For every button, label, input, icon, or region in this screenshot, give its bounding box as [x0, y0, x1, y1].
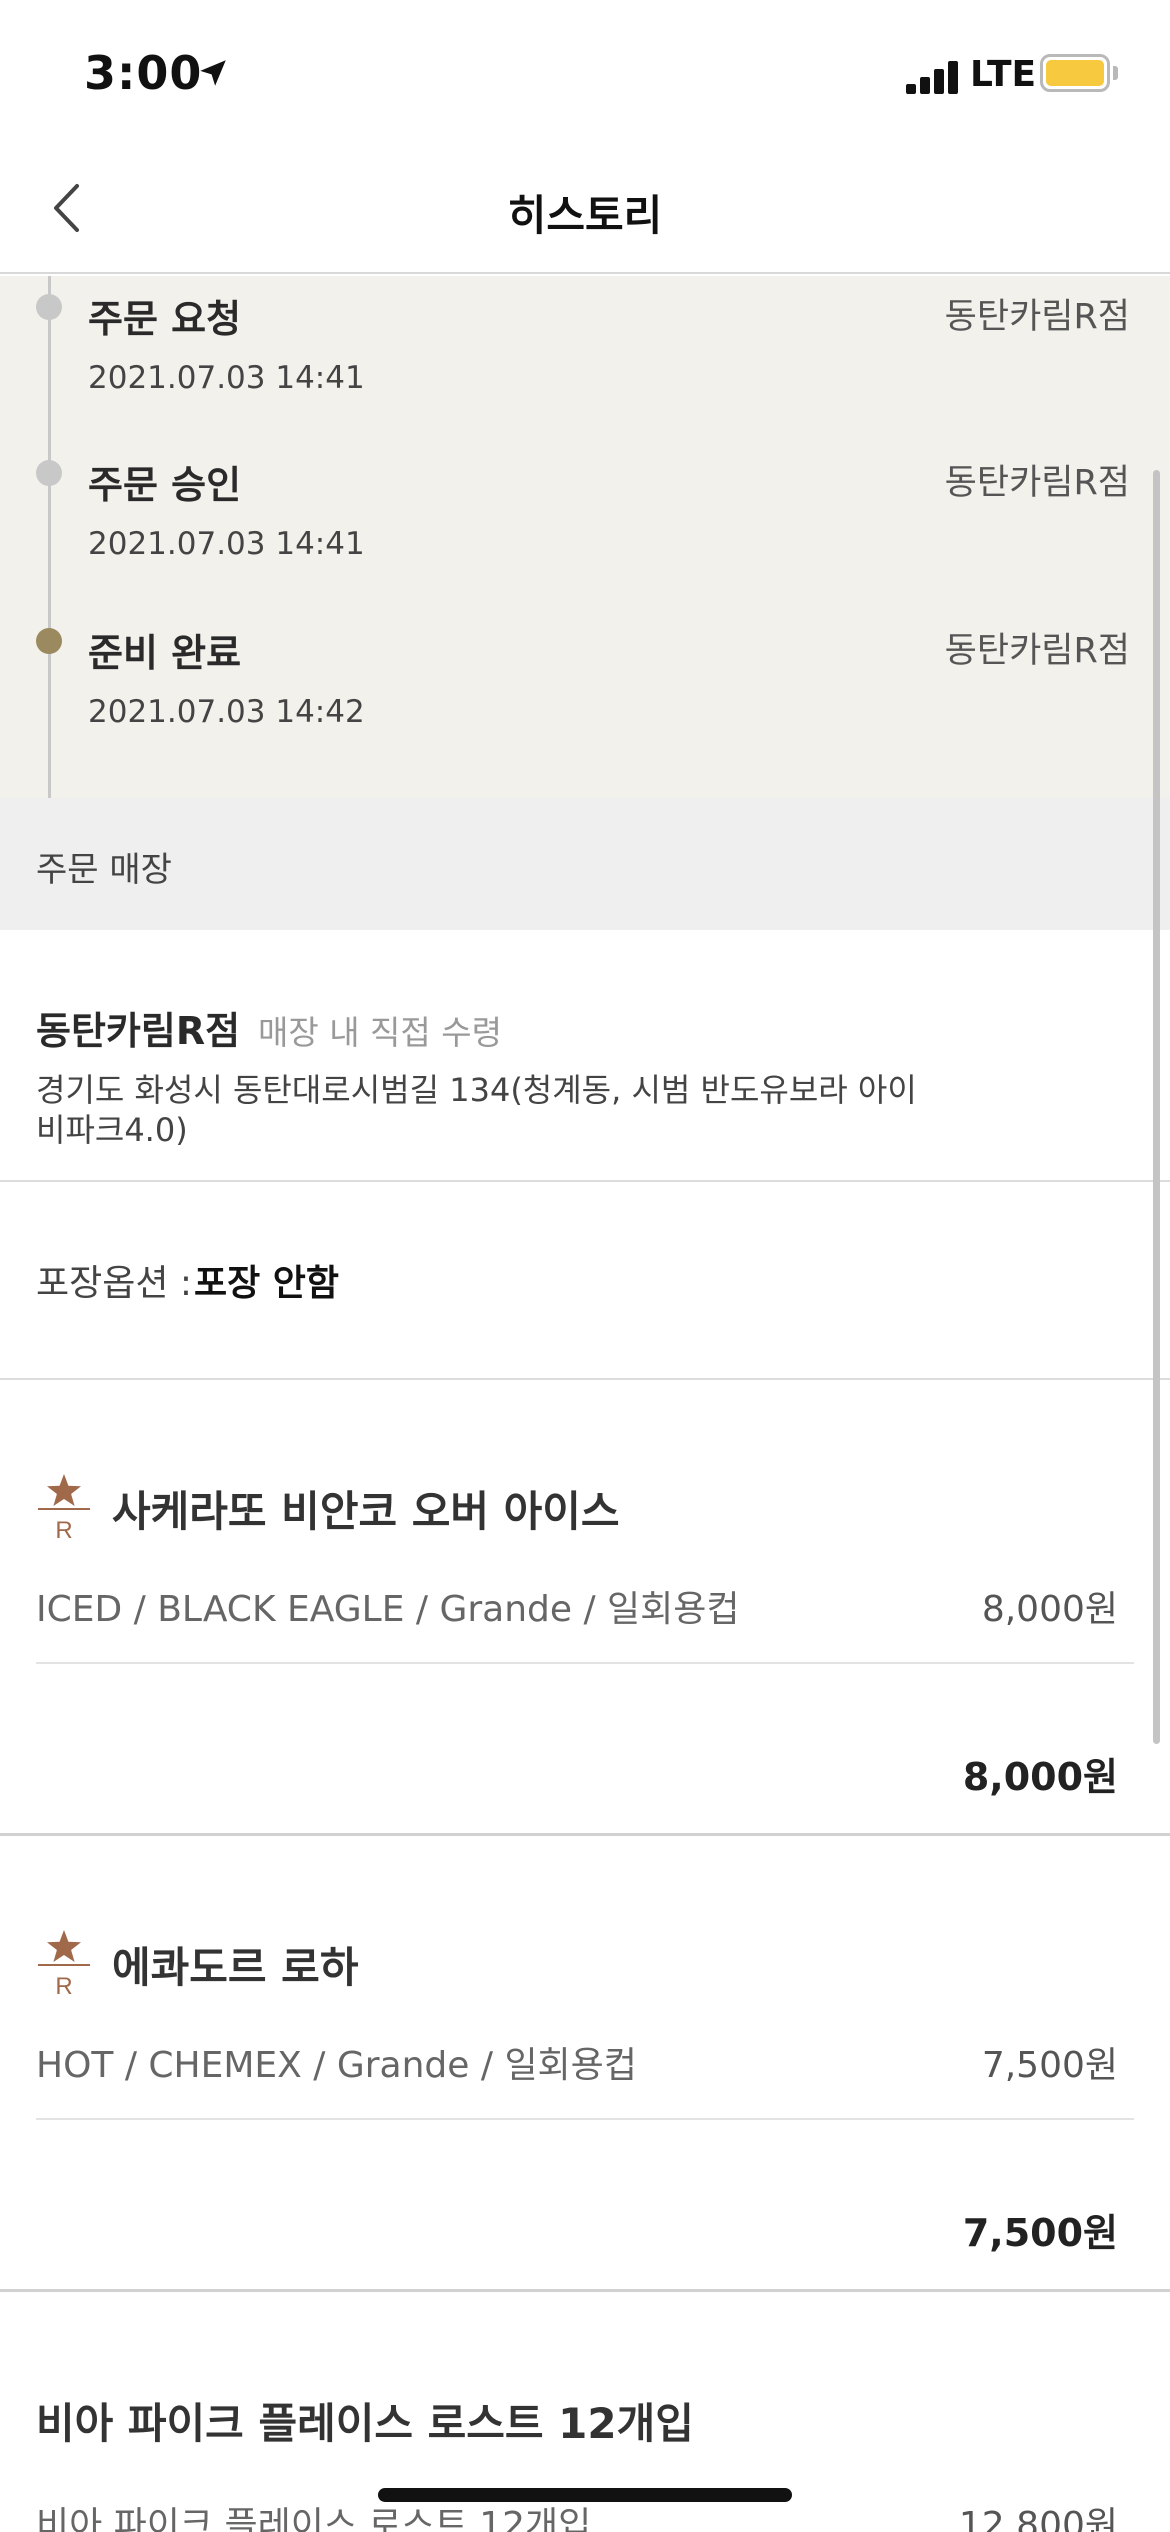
scroll-indicator[interactable] — [1153, 470, 1160, 1744]
nav-bar: 히스토리 — [0, 150, 1170, 274]
product-name: 비아 파이크 플레이스 로스트 12개입 — [36, 2399, 694, 2448]
reserve-star-icon: R — [38, 1474, 90, 1542]
store-info: 동탄카림R점 매장 내 직접 수령 경기도 화성시 동탄대로시범길 134(청계… — [0, 930, 1170, 1182]
divider — [36, 1662, 1134, 1664]
timeline-item-order-request: 주문 요청 2021.07.03 14:41 동탄카림R점 — [0, 276, 1170, 436]
timeline-dot — [36, 460, 62, 486]
product-name: 사케라또 비안코 오버 아이스 — [112, 1487, 620, 1536]
timeline-title: 주문 요청 — [88, 297, 242, 341]
product-name: 에콰도르 로하 — [112, 1943, 359, 1992]
order-store-section-header: 주문 매장 — [0, 798, 1170, 930]
product-price: 7,500원 — [981, 2045, 1118, 2086]
product-total: 7,500원 — [962, 2211, 1118, 2255]
timeline-dot — [36, 294, 62, 320]
timeline-store: 동탄카림R점 — [944, 631, 1130, 671]
page-title: 히스토리 — [507, 191, 663, 240]
battery-icon — [1040, 54, 1110, 92]
timeline-date: 2021.07.03 14:42 — [88, 694, 365, 730]
timeline-store: 동탄카림R점 — [944, 297, 1130, 337]
cellular-signal-icon — [906, 60, 960, 94]
product-price: 12,800원 — [958, 2505, 1118, 2532]
packaging-option: 포장옵션 : 포장 안함 — [0, 1182, 1170, 1380]
timeline-date: 2021.07.03 14:41 — [88, 526, 365, 562]
timeline-date: 2021.07.03 14:41 — [88, 360, 365, 396]
store-name: 동탄카림R점 — [36, 1009, 241, 1053]
divider — [36, 2118, 1134, 2120]
timeline-title: 준비 완료 — [88, 631, 242, 675]
location-arrow-icon — [200, 60, 226, 86]
section-label: 주문 매장 — [36, 850, 172, 890]
store-address: 경기도 화성시 동탄대로시범길 134(청계동, 시범 반도유보라 아이비파크4… — [36, 1071, 917, 1149]
order-status-timeline: 주문 요청 2021.07.03 14:41 동탄카림R점 주문 승인 2021… — [0, 276, 1170, 798]
network-type: LTE — [970, 54, 1037, 95]
status-bar: 3:00 LTE — [0, 0, 1170, 150]
product-total: 8,000원 — [962, 1755, 1118, 1799]
svg-text:R: R — [55, 1973, 72, 1998]
order-item: R 에콰도르 로하 HOT / CHEMEX / Grande / 일회용컵 7… — [0, 1836, 1170, 2292]
svg-text:R: R — [55, 1517, 72, 1542]
product-options: HOT / CHEMEX / Grande / 일회용컵 — [36, 2045, 637, 2086]
product-price: 8,000원 — [981, 1589, 1118, 1630]
battery-cap — [1113, 66, 1118, 80]
status-time: 3:00 — [84, 46, 203, 100]
timeline-store: 동탄카림R점 — [944, 463, 1130, 503]
product-options: ICED / BLACK EAGLE / Grande / 일회용컵 — [36, 1589, 740, 1630]
timeline-item-order-approved: 주문 승인 2021.07.03 14:41 동탄카림R점 — [0, 442, 1170, 602]
timeline-dot-active — [36, 628, 62, 654]
packaging-label: 포장옵션 : — [36, 1263, 193, 1304]
pickup-mode: 매장 내 직접 수령 — [258, 1013, 502, 1052]
timeline-item-ready: 준비 완료 2021.07.03 14:42 동탄카림R점 — [0, 610, 1170, 770]
timeline-title: 주문 승인 — [88, 463, 242, 507]
packaging-value: 포장 안함 — [194, 1263, 340, 1304]
order-item: R 사케라또 비안코 오버 아이스 ICED / BLACK EAGLE / G… — [0, 1380, 1170, 1836]
reserve-star-icon: R — [38, 1930, 90, 1998]
home-indicator[interactable] — [378, 2488, 792, 2502]
